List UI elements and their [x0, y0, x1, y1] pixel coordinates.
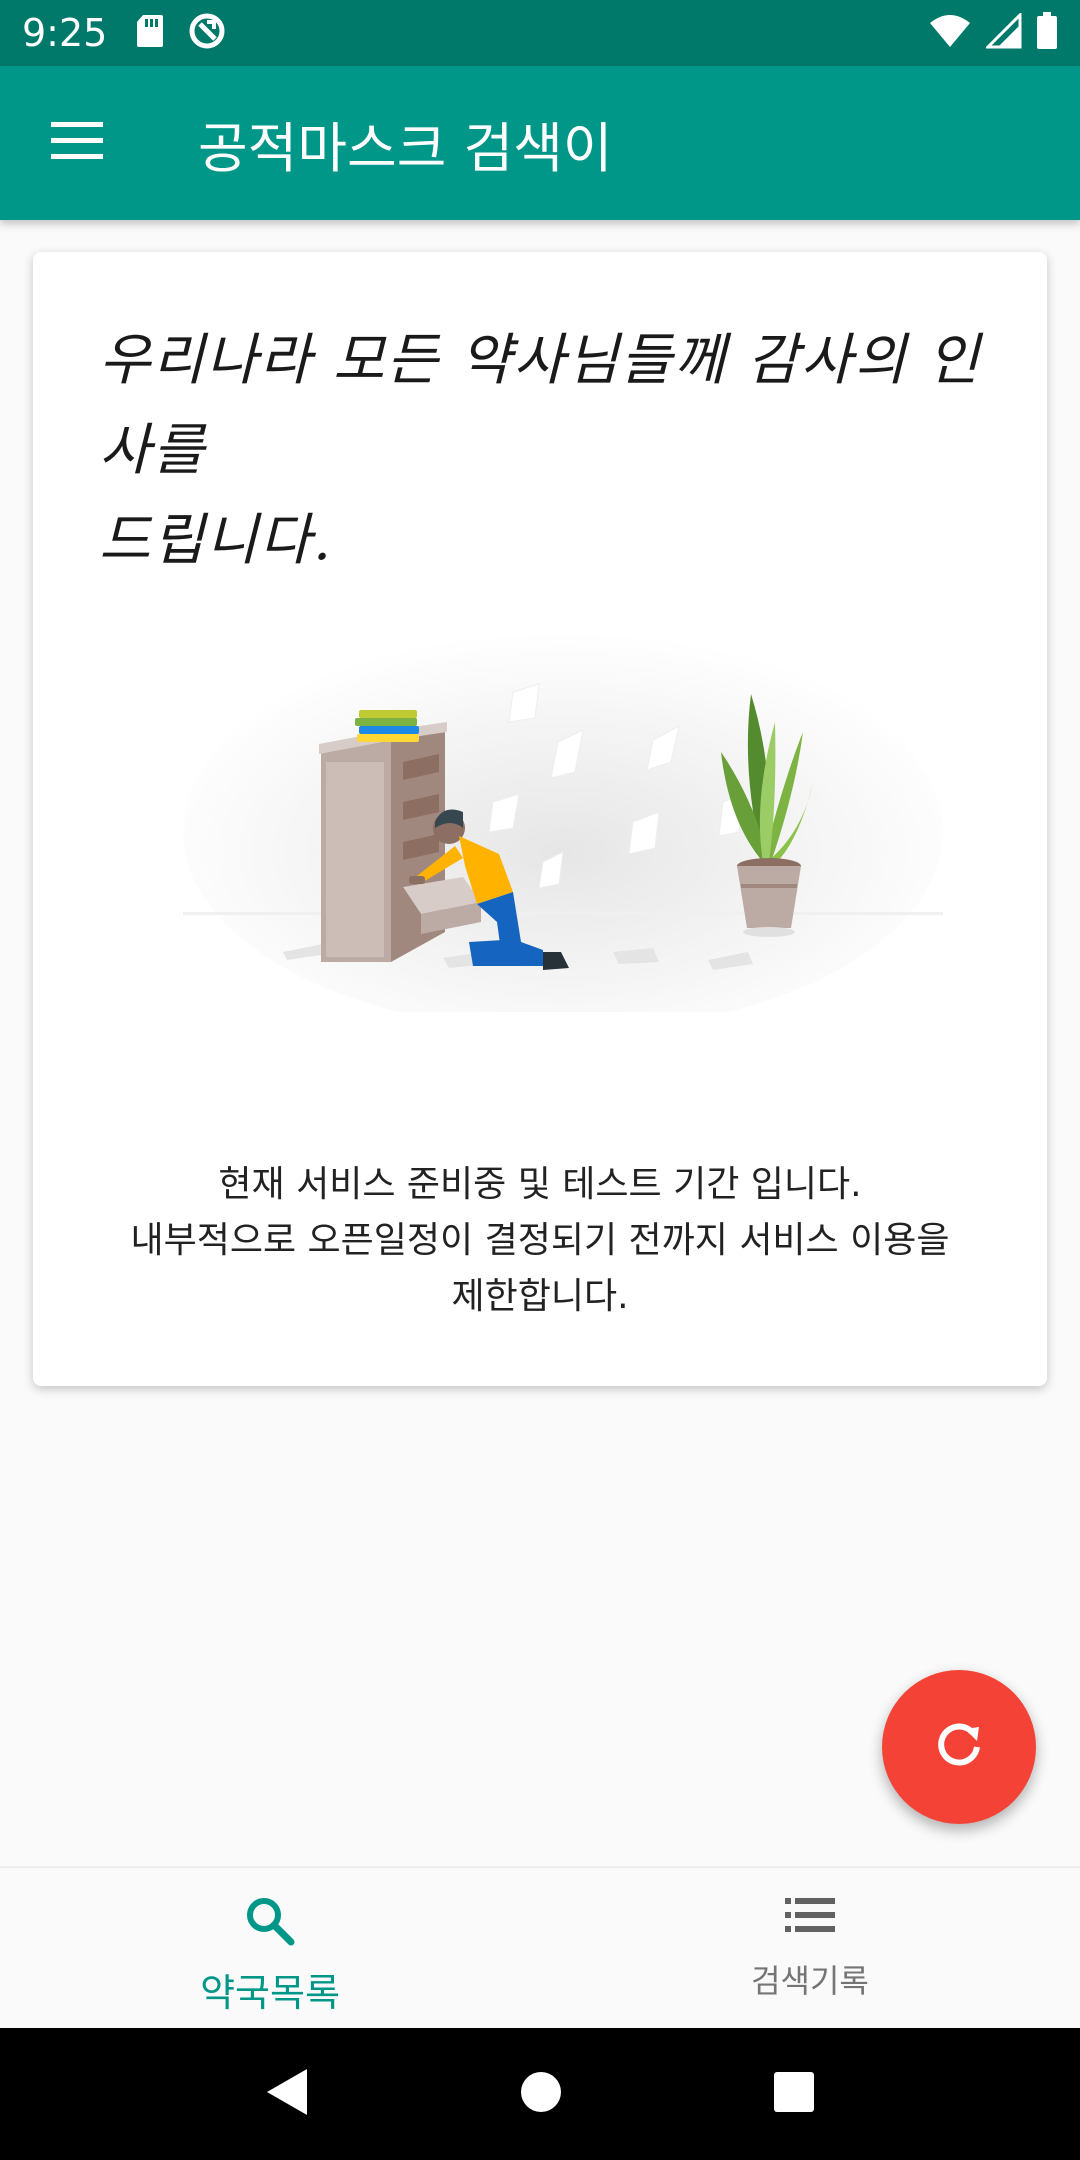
status-time: 9:25 — [22, 11, 108, 55]
thanks-message: 우리나라 모든 약사님들께 감사의 인사를 드립니다. — [99, 316, 999, 586]
status-bar: 9:25 — [0, 0, 1080, 66]
recents-icon[interactable] — [773, 2071, 815, 2117]
nav-label-pharmacy-list: 약국목록 — [200, 1971, 340, 2015]
wifi-icon — [928, 13, 972, 53]
nav-item-pharmacy-list[interactable]: 약국목록 — [0, 1868, 540, 2028]
notice-line-2: 내부적으로 오픈일정이 결정되기 전까지 서비스 이용을 — [130, 1220, 950, 1261]
thanks-line-1: 우리나라 모든 약사님들께 감사의 인사를 — [99, 328, 982, 483]
home-icon[interactable] — [519, 2070, 563, 2118]
person-searching-drawer-illustration — [163, 622, 963, 1032]
hamburger-menu-icon — [51, 122, 103, 164]
signal-icon — [984, 11, 1022, 53]
service-notice: 현재 서비스 준비중 및 테스트 기간 입니다. 내부적으로 오픈일정이 결정되… — [73, 1157, 1007, 1325]
notice-card: 우리나라 모든 약사님들께 감사의 인사를 드립니다. 현재 서비스 준비중 및… — [33, 252, 1047, 1386]
menu-button[interactable] — [0, 66, 154, 220]
app-title: 공적마스크 검색이 — [198, 116, 613, 180]
notice-line-1: 현재 서비스 준비중 및 테스트 기간 입니다. — [218, 1164, 862, 1205]
app-bar: 공적마스크 검색이 — [0, 66, 1080, 220]
nav-item-search-history[interactable]: 검색기록 — [540, 1868, 1080, 2028]
sd-card-icon — [135, 13, 165, 53]
battery-icon — [1036, 12, 1058, 54]
refresh-button[interactable] — [882, 1670, 1036, 1824]
bottom-navigation: 약국목록 검색기록 — [0, 1866, 1080, 2028]
system-navigation-bar — [0, 2028, 1080, 2160]
nav-label-search-history: 검색기록 — [751, 1962, 869, 2000]
sync-icon — [187, 11, 227, 55]
thanks-line-2: 드립니다. — [99, 508, 333, 573]
back-icon[interactable] — [265, 2067, 309, 2121]
list-icon — [783, 1894, 837, 1940]
notice-line-3: 제한합니다. — [451, 1276, 629, 1317]
search-icon — [243, 1894, 297, 1952]
refresh-icon — [933, 1719, 985, 1775]
